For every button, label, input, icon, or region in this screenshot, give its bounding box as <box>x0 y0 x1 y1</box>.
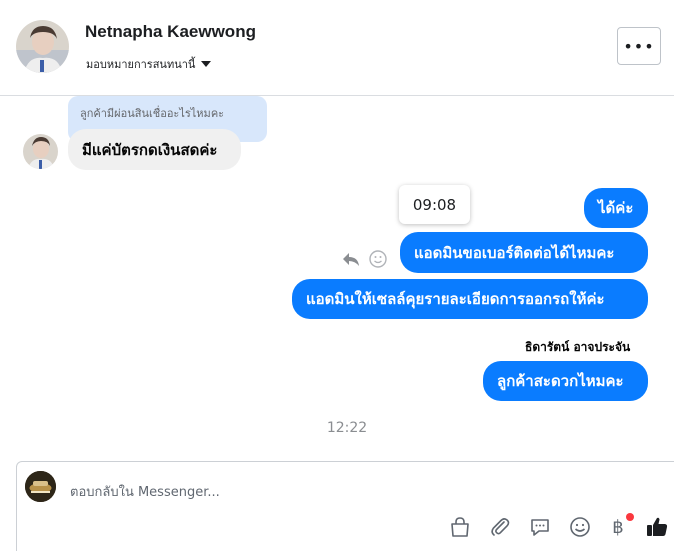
contact-avatar-small[interactable] <box>23 134 58 169</box>
outgoing-message[interactable]: แอดมินขอเบอร์ติดต่อได้ไหมคะ <box>400 232 648 273</box>
more-options-button[interactable]: ••• <box>617 27 661 65</box>
quick-reply-icon[interactable] <box>528 515 552 539</box>
react-emoji-icon[interactable] <box>369 250 387 268</box>
like-icon[interactable] <box>645 515 669 539</box>
paperclip-icon[interactable] <box>488 515 512 539</box>
outgoing-message[interactable]: ลูกค้าสะดวกไหมคะ <box>483 361 648 401</box>
conversation-timestamp: 12:22 <box>326 420 368 436</box>
caret-down-icon <box>201 61 212 67</box>
message-time-tooltip: 09:08 <box>399 185 470 224</box>
notification-dot <box>626 513 634 521</box>
baht-symbol: ฿ <box>612 516 624 538</box>
reply-icon[interactable] <box>341 249 361 269</box>
contact-avatar[interactable] <box>16 20 69 73</box>
outgoing-message[interactable]: ได้ค่ะ <box>584 188 648 228</box>
gift-bag-icon[interactable] <box>448 515 472 539</box>
assign-conversation-dropdown[interactable]: มอบหมายการสนทนานี้ <box>86 55 212 73</box>
reply-input[interactable] <box>70 482 470 502</box>
conversation-header: Netnapha Kaewwong มอบหมายการสนทนานี้ ••• <box>0 0 674 96</box>
sender-name: ธิดารัตน์ อาจประจัน <box>525 340 631 354</box>
page-avatar <box>25 471 56 502</box>
more-options-icon: ••• <box>623 36 655 56</box>
contact-name[interactable]: Netnapha Kaewwong <box>85 22 256 42</box>
incoming-message[interactable]: มีแค่บัตรกดเงินสดค่ะ <box>68 129 241 170</box>
emoji-icon[interactable] <box>568 515 592 539</box>
outgoing-message[interactable]: แอดมินให้เซลล์คุยรายละเอียดการออกรถให้ค่… <box>292 279 648 319</box>
assign-label: มอบหมายการสนทนานี้ <box>86 58 196 71</box>
